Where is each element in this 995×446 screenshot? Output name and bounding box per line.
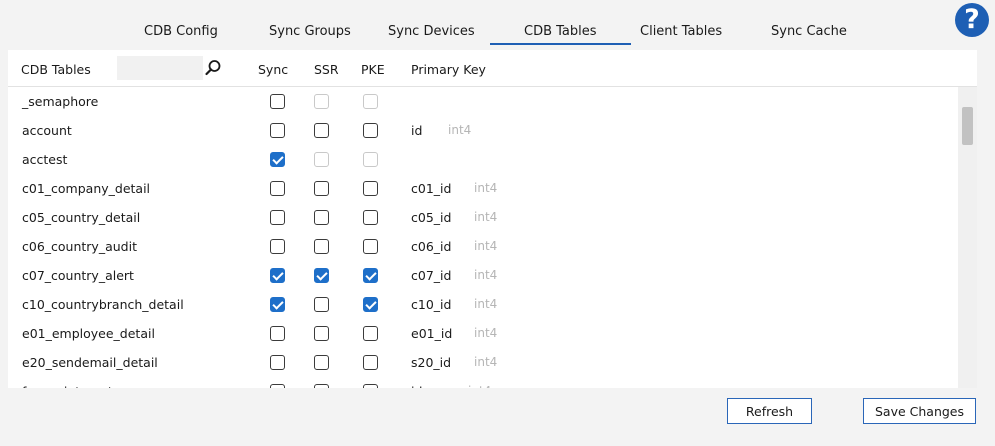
tab-bar: CDB Config Sync Groups Sync Devices CDB … [0, 0, 995, 46]
table-name: account [22, 123, 72, 138]
ssr-checkbox[interactable] [314, 297, 329, 312]
table-name: e01_employee_detail [22, 326, 155, 341]
primary-key-name: c07_id [411, 268, 452, 283]
table-row[interactable]: c07_country_alert c07_id int4 [8, 261, 958, 290]
table-row[interactable]: c06_country_audit c06_id int4 [8, 232, 958, 261]
table-row[interactable]: f_appointments idseq int4 [8, 377, 958, 388]
ssr-checkbox [314, 152, 329, 167]
primary-key-name: c10_id [411, 297, 452, 312]
pke-checkbox[interactable] [363, 239, 378, 254]
pke-checkbox[interactable] [363, 123, 378, 138]
ssr-checkbox[interactable] [314, 181, 329, 196]
column-header-pke: PKE [361, 62, 385, 77]
sync-checkbox[interactable] [270, 181, 285, 196]
cdb-tables-panel: CDB Tables Sync SSR PKE Primary Key _sem… [8, 50, 977, 388]
primary-key-type: int4 [474, 239, 498, 253]
tab-cdb-config[interactable]: CDB Config [144, 24, 218, 39]
sync-checkbox[interactable] [270, 355, 285, 370]
table-row[interactable]: c01_company_detail c01_id int4 [8, 174, 958, 203]
sync-checkbox[interactable] [270, 94, 285, 109]
pke-checkbox[interactable] [363, 210, 378, 225]
table-name: c10_countrybranch_detail [22, 297, 184, 312]
pke-checkbox[interactable] [363, 268, 378, 283]
sync-checkbox[interactable] [270, 123, 285, 138]
ssr-checkbox[interactable] [314, 123, 329, 138]
primary-key-type: int4 [474, 297, 498, 311]
column-header-primary-key: Primary Key [411, 62, 486, 77]
column-header-sync: Sync [258, 62, 289, 77]
pke-checkbox[interactable] [363, 297, 378, 312]
pke-checkbox[interactable] [363, 355, 378, 370]
primary-key-type: int4 [474, 326, 498, 340]
table-name: _semaphore [22, 94, 99, 109]
table-row[interactable]: e20_sendemail_detail s20_id int4 [8, 348, 958, 377]
table-name: acctest [22, 152, 68, 167]
column-header-cdb-tables: CDB Tables [21, 62, 91, 77]
table-name: f_appointments [22, 377, 119, 388]
primary-key-type: int4 [448, 123, 472, 137]
table-header: CDB Tables Sync SSR PKE Primary Key [8, 50, 977, 87]
table-name: e20_sendemail_detail [22, 355, 158, 370]
save-changes-button[interactable]: Save Changes [863, 398, 976, 424]
table-row[interactable]: acctest [8, 145, 958, 174]
tab-cdb-tables[interactable]: CDB Tables [490, 24, 630, 45]
ssr-checkbox[interactable] [314, 326, 329, 341]
primary-key-type: int4 [474, 210, 498, 224]
table-name: c06_country_audit [22, 239, 137, 254]
refresh-button[interactable]: Refresh [727, 398, 812, 424]
table-row[interactable]: e01_employee_detail e01_id int4 [8, 319, 958, 348]
sync-checkbox[interactable] [270, 297, 285, 312]
column-header-ssr: SSR [314, 62, 339, 77]
search-input[interactable] [117, 56, 203, 80]
pke-checkbox [363, 94, 378, 109]
table-name: c05_country_detail [22, 210, 141, 225]
ssr-checkbox[interactable] [314, 210, 329, 225]
primary-key-name: idseq [411, 377, 445, 388]
pke-checkbox [363, 152, 378, 167]
table-row[interactable]: _semaphore [8, 87, 958, 116]
pke-checkbox[interactable] [363, 384, 378, 388]
ssr-checkbox[interactable] [314, 384, 329, 388]
primary-key-type: int4 [474, 355, 498, 369]
tab-client-tables[interactable]: Client Tables [640, 24, 722, 39]
search-icon[interactable] [204, 59, 222, 77]
primary-key-name: c05_id [411, 210, 452, 225]
primary-key-name: c06_id [411, 239, 452, 254]
table-row[interactable]: c05_country_detail c05_id int4 [8, 203, 958, 232]
table-row[interactable]: account id int4 [8, 116, 958, 145]
scrollbar-thumb[interactable] [962, 107, 973, 145]
ssr-checkbox[interactable] [314, 268, 329, 283]
table-name: c07_country_alert [22, 268, 134, 283]
help-icon[interactable]: ? [955, 3, 989, 37]
sync-checkbox[interactable] [270, 152, 285, 167]
sync-checkbox[interactable] [270, 384, 285, 388]
primary-key-type: int4 [468, 377, 491, 388]
pke-checkbox[interactable] [363, 181, 378, 196]
primary-key-name: c01_id [411, 181, 452, 196]
primary-key-type: int4 [474, 268, 498, 282]
primary-key-name: e01_id [411, 326, 453, 341]
sync-checkbox[interactable] [270, 268, 285, 283]
sync-checkbox[interactable] [270, 239, 285, 254]
sync-checkbox[interactable] [270, 210, 285, 225]
primary-key-type: int4 [474, 181, 498, 195]
ssr-checkbox [314, 94, 329, 109]
table-name: c01_company_detail [22, 181, 151, 196]
pke-checkbox[interactable] [363, 326, 378, 341]
table-row[interactable]: c10_countrybranch_detail c10_id int4 [8, 290, 958, 319]
ssr-checkbox[interactable] [314, 355, 329, 370]
vertical-scrollbar[interactable] [958, 87, 977, 388]
primary-key-name: id [411, 123, 423, 138]
sync-checkbox[interactable] [270, 326, 285, 341]
tab-sync-devices[interactable]: Sync Devices [388, 24, 475, 39]
ssr-checkbox[interactable] [314, 239, 329, 254]
primary-key-name: s20_id [411, 355, 452, 370]
tab-sync-cache[interactable]: Sync Cache [771, 24, 847, 39]
tab-sync-groups[interactable]: Sync Groups [269, 24, 351, 39]
